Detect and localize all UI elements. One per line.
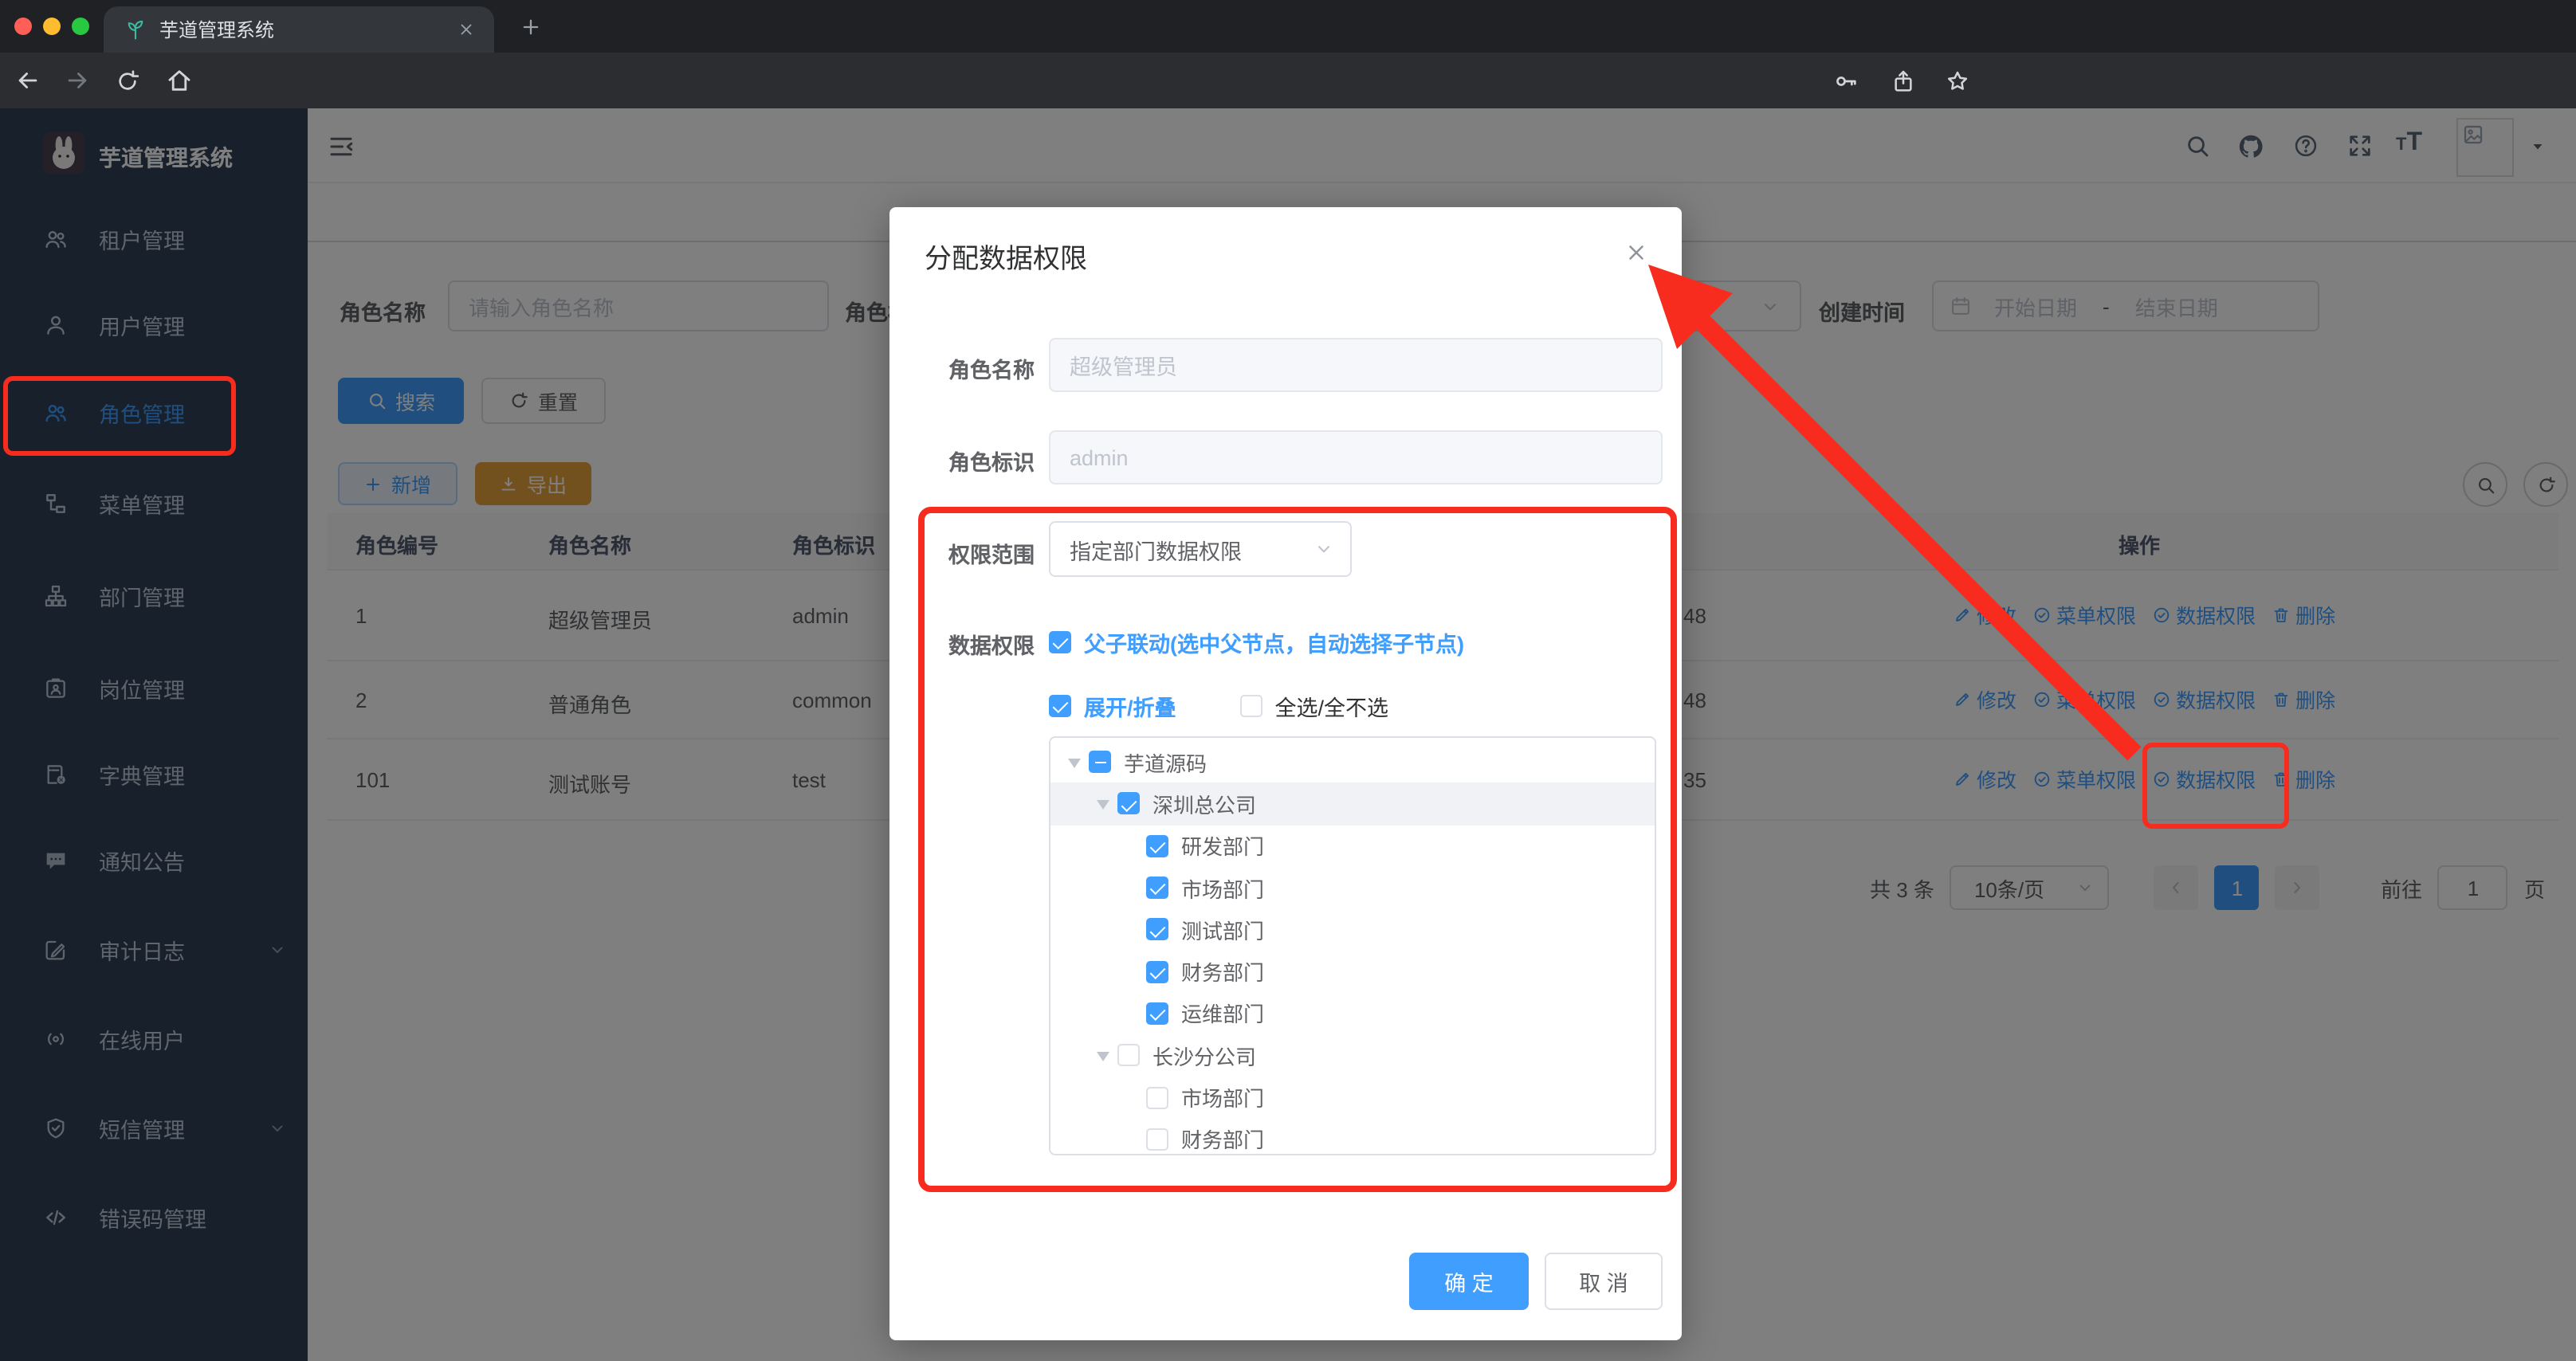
tree-checkbox-unchecked[interactable] <box>1146 1086 1168 1109</box>
assign-data-permission-dialog: 分配数据权限 角色名称 角色标识 权限范围 指定部门数据权限 数据权限 父子联动… <box>889 207 1682 1340</box>
tree-checkbox-unchecked[interactable] <box>1117 1044 1140 1067</box>
tree-node[interactable]: 长沙分公司 <box>1050 1034 1655 1077</box>
expand-checkbox[interactable] <box>1049 695 1071 717</box>
password-key-icon[interactable] <box>1833 68 1859 93</box>
browser-tab[interactable]: 芋道管理系统 <box>104 6 494 53</box>
reload-icon[interactable] <box>115 68 140 93</box>
select-chevron-down-icon <box>1314 539 1334 559</box>
select-all-checkbox[interactable] <box>1239 695 1262 717</box>
caret-down-icon[interactable] <box>1068 758 1081 774</box>
dialog-role-key-label: 角色标识 <box>948 451 1035 475</box>
forward-icon[interactable] <box>64 67 91 94</box>
tree-node[interactable]: 财务部门 <box>1050 951 1655 993</box>
tree-checkbox-indeterminate[interactable] <box>1089 751 1111 774</box>
dialog-perm-label: 数据权限 <box>948 634 1035 658</box>
tree-node[interactable]: 运维部门 <box>1050 993 1655 1035</box>
tree-checkbox-unchecked[interactable] <box>1146 1128 1168 1151</box>
dept-tree: 芋道源码 深圳总公司 研发部门 市场部门 测试部门 财务部门 运维部门 长沙分公… <box>1049 736 1656 1155</box>
tree-checkbox-checked[interactable] <box>1146 960 1168 983</box>
bookmark-star-icon[interactable] <box>1945 68 1970 93</box>
expand-label: 展开/折叠 <box>1084 696 1176 720</box>
tab-close-icon[interactable] <box>457 21 475 38</box>
browser-toolbar: 不安全 | dashboard.yudao.iocoder.cn/system/… <box>0 53 2576 155</box>
cancel-button[interactable]: 取 消 <box>1545 1253 1663 1310</box>
tree-checkbox-checked[interactable] <box>1146 918 1168 941</box>
traffic-minimize-button[interactable] <box>43 17 61 34</box>
back-icon[interactable] <box>14 67 41 94</box>
tree-node[interactable]: 测试部门 <box>1050 908 1655 951</box>
dialog-role-name-input[interactable] <box>1049 338 1663 392</box>
linkage-label: 父子联动(选中父节点，自动选择子节点) <box>1084 633 1464 657</box>
tree-checkbox-checked[interactable] <box>1146 1002 1168 1025</box>
dialog-role-name-label: 角色名称 <box>948 359 1035 382</box>
dialog-close-icon[interactable] <box>1624 241 1648 265</box>
caret-down-icon[interactable] <box>1097 799 1109 816</box>
tree-node[interactable]: 市场部门 <box>1050 1077 1655 1119</box>
traffic-zoom-button[interactable] <box>72 17 89 34</box>
tree-node[interactable]: 财务部门 <box>1050 1118 1655 1154</box>
tab-title: 芋道管理系统 <box>159 19 275 41</box>
tree-node[interactable]: 深圳总公司 <box>1050 782 1655 826</box>
tree-node[interactable]: 市场部门 <box>1050 867 1655 909</box>
dialog-scope-label: 权限范围 <box>948 543 1035 567</box>
new-tab-icon[interactable] <box>520 16 542 38</box>
tree-checkbox-checked[interactable] <box>1146 834 1168 857</box>
dialog-title: 分配数据权限 <box>925 244 1087 274</box>
screen: 芋道管理系统 不安全 | dashboard.yudao.iocoder.cn/… <box>0 0 2576 1361</box>
home-icon[interactable] <box>166 67 193 94</box>
confirm-button[interactable]: 确 定 <box>1409 1253 1529 1310</box>
tree-node-root[interactable]: 芋道源码 <box>1050 741 1655 783</box>
linkage-checkbox-row[interactable]: 父子联动(选中父节点，自动选择子节点) <box>1049 626 1464 658</box>
browser-tabstrip: 芋道管理系统 <box>0 0 2576 53</box>
tab-favicon-leaf-icon <box>124 18 147 41</box>
tree-node[interactable]: 研发部门 <box>1050 825 1655 867</box>
traffic-close-button[interactable] <box>14 17 32 34</box>
linkage-checkbox[interactable] <box>1049 631 1071 653</box>
tree-checkbox-checked[interactable] <box>1117 792 1140 815</box>
select-all-label: 全选/全不选 <box>1274 696 1389 720</box>
caret-down-icon[interactable] <box>1097 1051 1109 1067</box>
expand-collapse-row: 展开/折叠 全选/全不选 <box>1049 690 1388 722</box>
scope-select[interactable]: 指定部门数据权限 <box>1049 521 1352 577</box>
share-icon[interactable] <box>1891 68 1916 93</box>
tree-checkbox-checked[interactable] <box>1146 877 1168 900</box>
dialog-role-key-input[interactable] <box>1049 430 1663 484</box>
